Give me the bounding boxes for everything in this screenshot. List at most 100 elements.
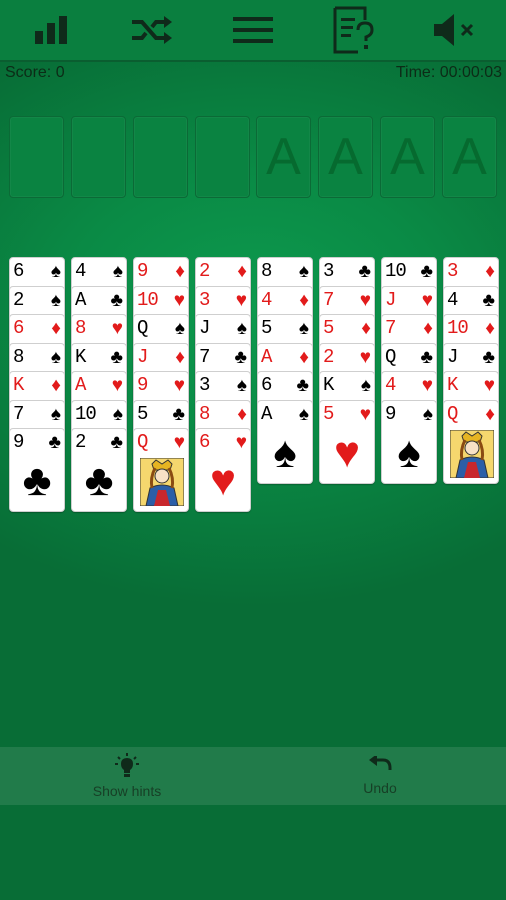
card-rank: 8 (75, 317, 86, 339)
card[interactable]: 9 ♣ ♣ (9, 428, 65, 512)
card-rank: 5 (323, 402, 334, 425)
card-suit-icon: ♥ (421, 289, 433, 311)
card-center-suit-icon: ♥ (209, 456, 237, 505)
card-suit-icon: ♠ (50, 261, 61, 282)
card-rank: 8 (261, 260, 272, 282)
card-suit-icon: ♠ (236, 375, 247, 396)
card-rank: Q (385, 345, 396, 368)
card-suit-icon: ♥ (235, 432, 247, 453)
card-rank: 6 (199, 431, 210, 453)
card-rank: 6 (261, 374, 272, 396)
card-rank: 8 (199, 402, 210, 425)
card-suit-icon: ♣ (420, 261, 433, 282)
card-suit-icon: ♠ (174, 318, 185, 339)
card-center-suit-icon: ♣ (22, 456, 52, 505)
card-rank: 10 (137, 288, 159, 311)
lightbulb-icon (115, 753, 139, 777)
free-cell-2[interactable] (71, 116, 126, 198)
card-suit-icon: ♣ (234, 346, 247, 368)
card[interactable]: Q ♥ (133, 428, 189, 512)
queen-portrait-icon (139, 457, 185, 507)
card-suit-icon: ♥ (173, 375, 185, 396)
card[interactable]: Q ♦ (443, 399, 499, 484)
card-rank: 5 (137, 402, 148, 425)
card-suit-icon: ♣ (110, 289, 123, 311)
shuffle-icon (132, 16, 172, 44)
card-suit-icon: ♠ (360, 375, 371, 396)
card-suit-icon: ♦ (423, 318, 433, 339)
card-suit-icon: ♦ (51, 318, 61, 339)
rules-button[interactable] (330, 6, 378, 54)
card-suit-icon: ♣ (482, 289, 495, 311)
foundation-1[interactable]: A (256, 116, 311, 198)
card-suit-icon: ♣ (482, 346, 495, 368)
free-cell-4[interactable] (195, 116, 250, 198)
card-rank: K (75, 345, 86, 368)
menu-icon (233, 17, 273, 43)
sound-toggle-button[interactable] (431, 6, 479, 54)
sound-muted-icon (434, 14, 474, 46)
card-suit-icon: ♣ (48, 432, 61, 453)
foundation-3[interactable]: A (380, 116, 435, 198)
new-game-shuffle-button[interactable] (128, 6, 176, 54)
card-suit-icon: ♠ (112, 403, 123, 425)
card-suit-icon: ♥ (359, 289, 371, 311)
card[interactable]: 2 ♣ ♣ (71, 428, 127, 512)
card-rank: J (447, 345, 458, 368)
card-suit-icon: ♣ (296, 375, 309, 396)
card[interactable]: 6 ♥ ♥ (195, 428, 251, 512)
statistics-button[interactable] (27, 6, 75, 54)
undo-button[interactable]: Undo (280, 747, 480, 805)
card-rank: 4 (75, 260, 86, 282)
card-rank: A (75, 374, 86, 396)
show-hints-label: Show hints (92, 783, 162, 799)
foundation-4[interactable]: A (442, 116, 497, 198)
foundation-2[interactable]: A (318, 116, 373, 198)
card-rank: 3 (323, 260, 334, 282)
undo-label: Undo (363, 780, 397, 796)
menu-button[interactable] (229, 6, 277, 54)
score-label: Score: 0 (5, 64, 65, 81)
card-suit-icon: ♥ (173, 432, 185, 453)
card-rank: 10 (75, 402, 97, 425)
card-rank: J (385, 288, 396, 311)
card-suit-icon: ♦ (237, 403, 247, 425)
card-rank: 8 (13, 345, 24, 368)
card-rank: Q (137, 431, 148, 453)
queen-portrait-icon (449, 429, 495, 478)
card-rank: 2 (75, 431, 86, 453)
card-rank: A (75, 288, 86, 311)
card-suit-icon: ♣ (358, 261, 371, 282)
card-center-suit-icon: ♣ (84, 456, 114, 505)
card-suit-icon: ♠ (50, 289, 61, 311)
card-suit-icon: ♦ (485, 403, 495, 425)
card-rank: 2 (13, 288, 24, 311)
card-suit-icon: ♦ (237, 261, 247, 282)
card-suit-icon: ♠ (422, 403, 433, 425)
card-center-suit-icon: ♠ (273, 427, 297, 477)
card[interactable]: A ♠ ♠ (257, 399, 313, 484)
card-suit-icon: ♥ (173, 289, 185, 311)
card[interactable]: 5 ♥ ♥ (319, 399, 375, 484)
card-rank: Q (137, 317, 148, 339)
card-suit-icon: ♣ (420, 346, 433, 368)
card-suit-icon: ♥ (111, 318, 123, 339)
card-rank: 7 (323, 288, 334, 311)
card-rank: 3 (199, 288, 210, 311)
card-rank: 10 (385, 260, 407, 282)
card-rank: 2 (199, 260, 210, 282)
card-rank: 3 (199, 374, 210, 396)
card-rank: 7 (199, 345, 210, 368)
card-suit-icon: ♠ (298, 261, 309, 282)
card-suit-icon: ♦ (299, 346, 309, 368)
card-suit-icon: ♦ (485, 318, 495, 339)
card-suit-icon: ♥ (111, 375, 123, 396)
card-rank: 4 (385, 374, 396, 396)
free-cell-1[interactable] (9, 116, 64, 198)
show-hints-button[interactable]: Show hints (27, 747, 227, 805)
card-suit-icon: ♥ (235, 289, 247, 311)
free-cell-3[interactable] (133, 116, 188, 198)
card-rank: 4 (447, 288, 458, 311)
card-suit-icon: ♦ (175, 346, 185, 368)
card[interactable]: 9 ♠ ♠ (381, 399, 437, 484)
